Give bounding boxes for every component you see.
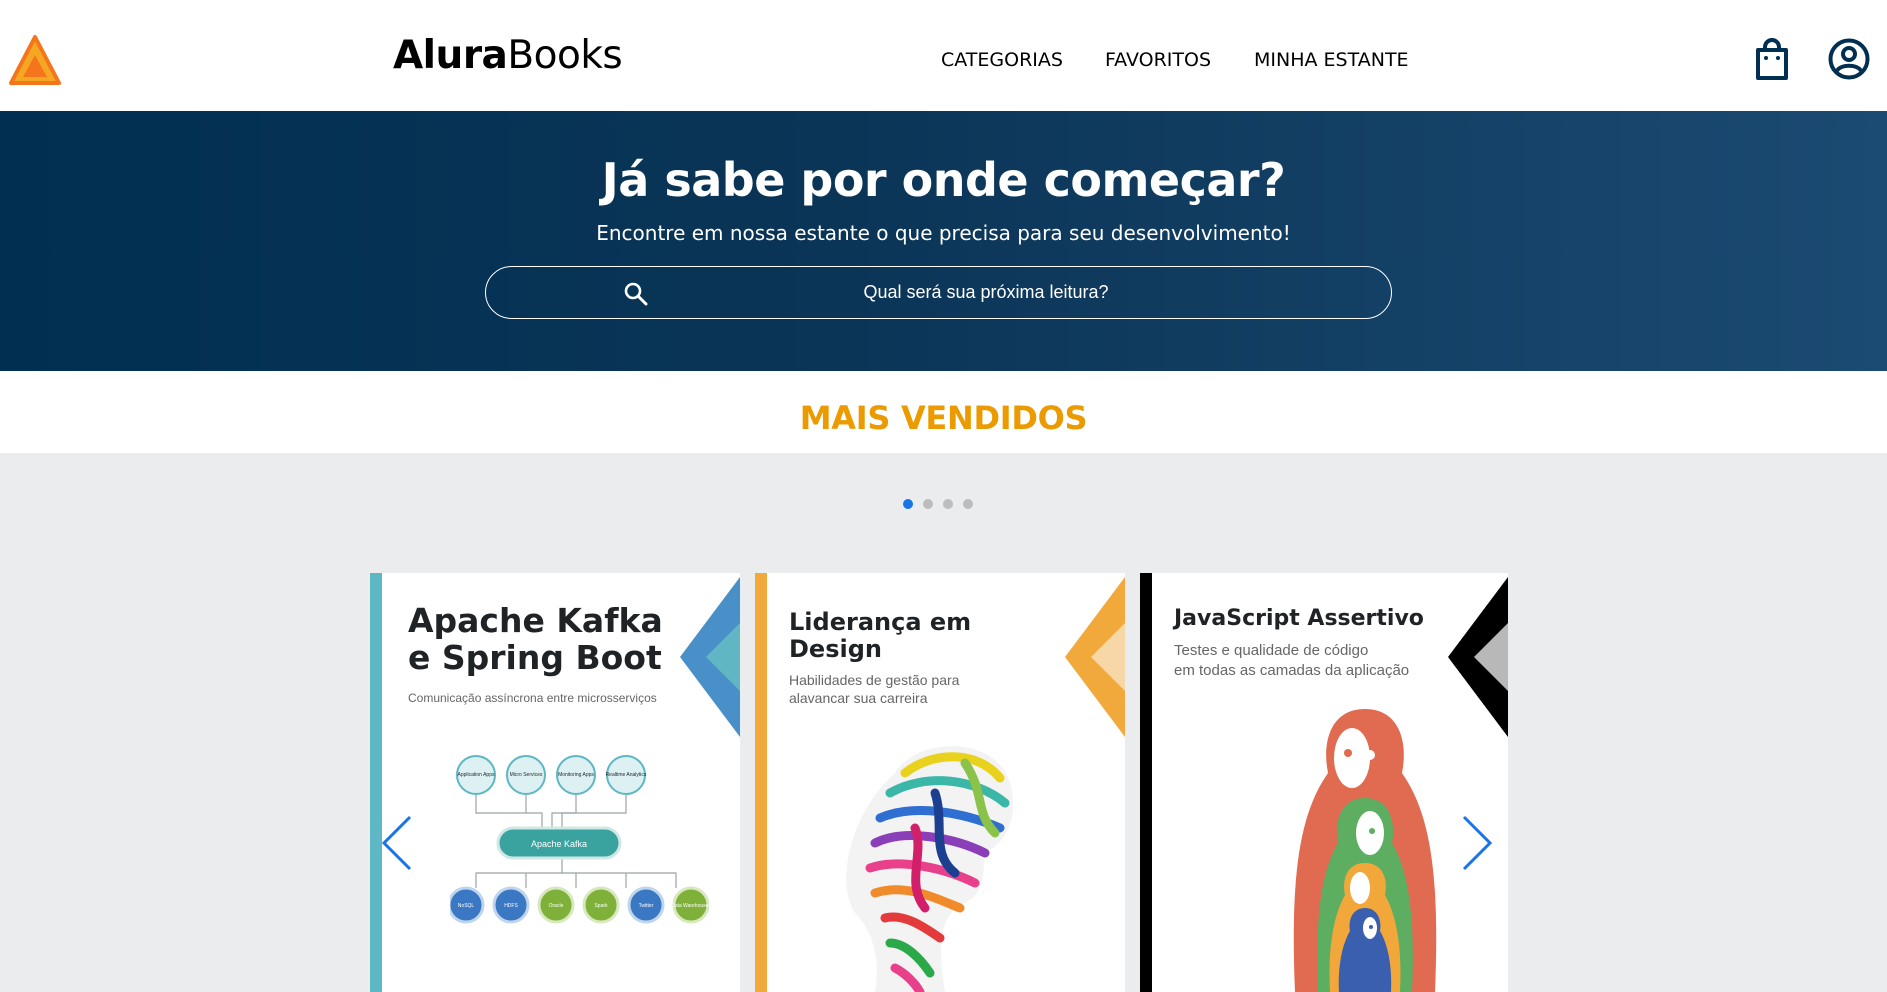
book-card-apache-kafka[interactable]: Apache Kafka e Spring Boot Comunicação a… bbox=[370, 573, 740, 992]
diagram-center-label: Apache Kafka bbox=[531, 839, 587, 849]
logo-triangle-icon[interactable] bbox=[9, 35, 61, 87]
book-corner-chevron bbox=[680, 577, 740, 737]
carousel-dot[interactable] bbox=[943, 499, 953, 509]
site-header: AluraBooks CATEGORIAS FAVORITOS MINHA ES… bbox=[0, 0, 1887, 111]
diagram-node-label: Spark bbox=[594, 903, 608, 909]
book-spine bbox=[1140, 573, 1152, 992]
search-bar[interactable] bbox=[485, 266, 1392, 319]
search-input[interactable] bbox=[686, 267, 1286, 317]
head-illustration bbox=[846, 746, 1014, 992]
carousel-dot[interactable] bbox=[923, 499, 933, 509]
diagram-node-label: Data Warehouses bbox=[671, 903, 711, 909]
hero-subtitle: Encontre em nossa estante o que precisa … bbox=[596, 221, 1291, 245]
carousel-dot[interactable] bbox=[963, 499, 973, 509]
diagram-node-label: Oracle bbox=[549, 903, 564, 909]
hero-title: Já sabe por onde começar? bbox=[601, 153, 1286, 207]
carousel-pagination bbox=[903, 499, 973, 509]
carousel-dot[interactable] bbox=[903, 499, 913, 509]
nav-categorias[interactable]: CATEGORIAS bbox=[941, 49, 1063, 71]
matryoshka-doll-illustration bbox=[1293, 709, 1437, 992]
diagram-node-label: Monitoring Apps bbox=[558, 772, 594, 778]
kafka-architecture-diagram: Application Apps Micro Services Monitori… bbox=[450, 755, 711, 924]
section-title: MAIS VENDIDOS bbox=[799, 399, 1088, 437]
book-subtitle: Comunicação assíncrona entre microsservi… bbox=[408, 691, 657, 705]
book-spine bbox=[755, 573, 767, 992]
diagram-node-label: Application Apps bbox=[458, 772, 495, 778]
book-spine bbox=[370, 573, 382, 992]
book-card-javascript-assertivo[interactable]: JavaScript Assertivo Testes e qualidade … bbox=[1140, 573, 1508, 992]
nav-minha-estante[interactable]: MINHA ESTANTE bbox=[1254, 49, 1409, 71]
search-icon[interactable] bbox=[623, 281, 648, 306]
carousel-prev-arrow[interactable] bbox=[380, 813, 414, 873]
book-corner-chevron bbox=[1065, 577, 1125, 737]
brand-name-light: Books bbox=[507, 33, 623, 78]
shopping-bag-icon[interactable] bbox=[1754, 38, 1790, 82]
diagram-node-label: Micro Services bbox=[510, 772, 543, 778]
diagram-node-label: Realtime Analytics bbox=[606, 772, 647, 778]
nav-favoritos[interactable]: FAVORITOS bbox=[1105, 49, 1211, 71]
carousel-next-arrow[interactable] bbox=[1460, 813, 1494, 873]
brand-logo[interactable]: AluraBooks bbox=[393, 33, 623, 78]
book-corner-chevron bbox=[1448, 577, 1508, 737]
book-card-lideranca-em-design[interactable]: Liderança em Design Habilidades de gestã… bbox=[755, 573, 1125, 992]
book-subtitle: Habilidades de gestão para alavancar sua… bbox=[789, 672, 960, 707]
hero-banner: Já sabe por onde começar? Encontre em no… bbox=[0, 111, 1887, 371]
book-title: Apache Kafka e Spring Boot bbox=[408, 601, 663, 677]
book-subtitle: Testes e qualidade de código em todas as… bbox=[1174, 642, 1410, 679]
brand-name-bold: Alura bbox=[393, 33, 508, 78]
book-title: JavaScript Assertivo bbox=[1174, 606, 1424, 631]
book-title: Liderança em Design bbox=[789, 608, 972, 663]
section-header: MAIS VENDIDOS bbox=[0, 371, 1887, 453]
diagram-node-label: HDFS bbox=[504, 903, 518, 909]
diagram-node-label: Twitter bbox=[639, 903, 654, 909]
diagram-node-label: NoSQL bbox=[458, 903, 475, 909]
user-account-icon[interactable] bbox=[1828, 38, 1870, 80]
